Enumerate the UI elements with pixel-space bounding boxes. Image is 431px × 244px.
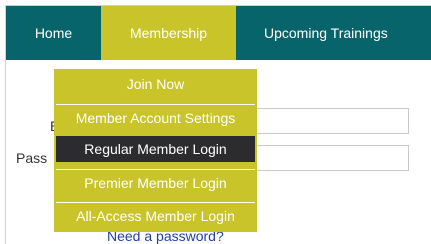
page-frame: Home Membership Upcoming Trainings E Pas… — [0, 0, 431, 244]
email-field[interactable] — [255, 108, 409, 134]
menu-item-join-now[interactable]: Join Now — [56, 71, 255, 97]
nav-membership[interactable]: Membership — [101, 6, 236, 60]
password-field[interactable] — [255, 145, 409, 171]
menu-item-member-account-settings[interactable]: Member Account Settings — [56, 104, 255, 130]
top-navigation: Home Membership Upcoming Trainings — [6, 6, 431, 60]
nav-home[interactable]: Home — [6, 6, 101, 60]
nav-upcoming-trainings[interactable]: Upcoming Trainings — [236, 6, 388, 60]
menu-item-premier-member-login[interactable]: Premier Member Login — [56, 169, 255, 195]
menu-item-regular-member-login[interactable]: Regular Member Login — [56, 136, 255, 162]
membership-dropdown-menu: Join Now Member Account Settings Regular… — [54, 69, 257, 232]
menu-item-all-access-member-login[interactable]: All-Access Member Login — [56, 202, 255, 228]
password-label: Pass — [16, 150, 48, 166]
